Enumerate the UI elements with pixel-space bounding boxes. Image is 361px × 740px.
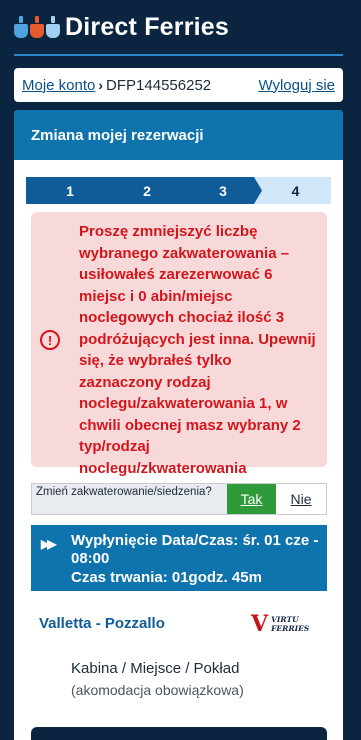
brand-icons — [14, 16, 60, 38]
yes-button[interactable]: Tak — [227, 484, 276, 514]
change-accommodation-row: Zmień zakwaterowanie/siedzenia? Tak Nie — [31, 483, 327, 515]
step-2[interactable]: 2 — [102, 177, 190, 204]
duration-value: 01godz. 45m — [171, 569, 262, 586]
operator-logo: V VIRTU FERRIES — [251, 613, 309, 635]
duration: Czas trwania: 01godz. 45m — [71, 569, 262, 587]
card-title: Zmiana mojej rezerwacji — [14, 110, 343, 160]
step-4[interactable]: 4 — [254, 177, 331, 204]
account-bar: Moje konto › DFP144556252 Wyloguj sie — [14, 68, 343, 102]
exclamation-circle-icon: ! — [40, 330, 60, 350]
ferry-icon — [14, 16, 28, 38]
booking-reference: DFP144556252 — [106, 76, 212, 94]
operator-mark: V — [251, 611, 269, 637]
operator-line-2: FERRIES — [271, 624, 310, 633]
fast-forward-icon: ▶▶ — [41, 537, 57, 551]
departure-panel: ▶▶ Wypłynięcie Data/Czas: śr. 01 cze - 0… — [31, 525, 327, 591]
booking-card: Zmiana mojej rezerwacji 1 2 3 4 ! Proszę… — [14, 110, 343, 740]
step-3[interactable]: 3 — [178, 177, 266, 204]
no-button[interactable]: Nie — [276, 484, 326, 514]
my-account-link[interactable]: Moje konto — [22, 77, 95, 94]
step-1[interactable]: 1 — [26, 177, 114, 204]
error-alert: ! Proszę zmniejszyć liczbę wybranego zak… — [31, 212, 327, 477]
brand-name: Direct Ferries — [65, 12, 229, 41]
accommodation-subtitle: (akomodacja obowiązkowa) — [71, 682, 244, 698]
accommodation-title: Kabina / Miejsce / Pokład — [71, 660, 240, 677]
breadcrumb-chevron-icon: › — [98, 77, 104, 93]
alert-message: Proszę zmniejszyć liczbę wybranego zakwa… — [79, 223, 316, 477]
header-divider — [14, 54, 343, 56]
ferry-icon — [30, 16, 44, 38]
operator-line-1: VIRTU — [271, 615, 299, 624]
departure-time: Wypłynięcie Data/Czas: śr. 01 cze - 08:0… — [71, 532, 321, 568]
duration-label: Czas trwania: — [71, 569, 168, 586]
change-question: Zmień zakwaterowanie/siedzenia? — [32, 484, 227, 514]
ferry-icon — [46, 16, 60, 38]
progress-steps: 1 2 3 4 — [26, 177, 331, 204]
operator-wordmark: VIRTU FERRIES — [271, 615, 309, 633]
departure-label: Wypłynięcie Data/Czas: — [71, 532, 239, 549]
next-section-bar[interactable] — [31, 727, 327, 740]
logout-link[interactable]: Wyloguj sie — [258, 77, 335, 94]
route-name: Valletta - Pozzallo — [39, 615, 165, 632]
brand-logo[interactable]: Direct Ferries — [14, 12, 229, 42]
